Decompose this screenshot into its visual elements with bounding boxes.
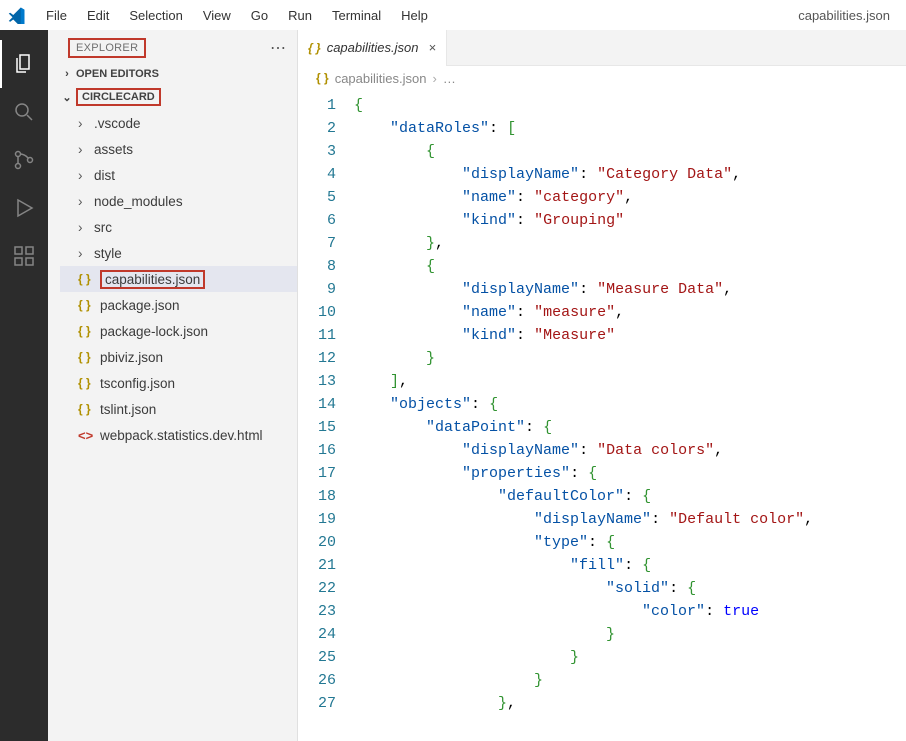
folder-label: style — [94, 246, 122, 261]
file-label: tslint.json — [100, 402, 156, 417]
editor: { } capabilities.json × { } capabilities… — [298, 30, 906, 741]
open-editors-label: OPEN EDITORS — [76, 68, 159, 80]
menu-terminal[interactable]: Terminal — [322, 4, 391, 27]
folder-item[interactable]: ›.vscode — [60, 110, 297, 136]
folder-item[interactable]: ›node_modules — [60, 188, 297, 214]
folder-label: node_modules — [94, 194, 183, 209]
menu-edit[interactable]: Edit — [77, 4, 119, 27]
json-file-icon: { } — [78, 272, 96, 286]
close-icon[interactable]: × — [428, 40, 436, 55]
folder-item[interactable]: ›dist — [60, 162, 297, 188]
folder-item[interactable]: ›style — [60, 240, 297, 266]
menu-go[interactable]: Go — [241, 4, 278, 27]
sidebar-header: EXPLORER ⋯ — [48, 30, 297, 64]
activity-explorer-icon[interactable] — [0, 40, 48, 88]
activity-extensions-icon[interactable] — [0, 232, 48, 280]
menubar: FileEditSelectionViewGoRunTerminalHelp c… — [0, 0, 906, 30]
vscode-logo-icon — [8, 6, 26, 24]
folder-label: src — [94, 220, 112, 235]
tab-bar: { } capabilities.json × — [298, 30, 906, 66]
tab-capabilities[interactable]: { } capabilities.json × — [298, 30, 447, 66]
menu-items-container: FileEditSelectionViewGoRunTerminalHelp — [36, 4, 438, 27]
breadcrumbs[interactable]: { } capabilities.json › … — [298, 66, 906, 90]
json-file-icon: { } — [78, 376, 96, 390]
folder-item[interactable]: ›src — [60, 214, 297, 240]
file-item[interactable]: { } tsconfig.json — [60, 370, 297, 396]
folder-tree: ›.vscode›assets›dist›node_modules›src›st… — [48, 110, 297, 266]
json-file-icon: { } — [78, 402, 96, 416]
title-filename: capabilities.json — [798, 8, 898, 23]
json-file-icon: { } — [78, 324, 96, 338]
chevron-right-icon: › — [78, 246, 92, 261]
line-gutter: 1234567891011121314151617181920212223242… — [298, 90, 350, 741]
file-item[interactable]: { } package-lock.json — [60, 318, 297, 344]
activity-search-icon[interactable] — [0, 88, 48, 136]
chevron-right-icon: › — [60, 68, 74, 80]
chevron-right-icon: › — [78, 168, 92, 183]
menu-selection[interactable]: Selection — [119, 4, 192, 27]
code-content[interactable]: { "dataRoles": [ { "displayName": "Categ… — [350, 90, 906, 741]
code-area[interactable]: 1234567891011121314151617181920212223242… — [298, 90, 906, 741]
chevron-down-icon: ⌄ — [60, 91, 74, 104]
file-label: pbiviz.json — [100, 350, 163, 365]
menu-file[interactable]: File — [36, 4, 77, 27]
sidebar-title: EXPLORER — [68, 38, 146, 58]
file-item[interactable]: { } capabilities.json — [60, 266, 297, 292]
breadcrumb-trail: … — [443, 71, 456, 86]
folder-item[interactable]: ›assets — [60, 136, 297, 162]
json-file-icon: { } — [316, 71, 329, 85]
file-label: tsconfig.json — [100, 376, 175, 391]
file-item[interactable]: <> webpack.statistics.dev.html — [60, 422, 297, 448]
file-item[interactable]: { } tslint.json — [60, 396, 297, 422]
folder-label: dist — [94, 168, 115, 183]
json-file-icon: { } — [78, 298, 96, 312]
activity-bar — [0, 30, 48, 741]
activity-source-control-icon[interactable] — [0, 136, 48, 184]
workspace-label: CIRCLECARD — [76, 88, 161, 106]
file-tree: { } capabilities.json { } package.json { } pa… — [48, 266, 297, 448]
menu-help[interactable]: Help — [391, 4, 438, 27]
folder-label: .vscode — [94, 116, 141, 131]
folder-label: assets — [94, 142, 133, 157]
menu-view[interactable]: View — [193, 4, 241, 27]
chevron-right-icon: › — [78, 194, 92, 209]
html-file-icon: <> — [78, 428, 96, 443]
menu-run[interactable]: Run — [278, 4, 322, 27]
chevron-right-icon: › — [78, 116, 92, 131]
sidebar-more-icon[interactable]: ⋯ — [270, 38, 287, 58]
file-label: webpack.statistics.dev.html — [100, 428, 263, 443]
open-editors-section[interactable]: › OPEN EDITORS — [48, 64, 297, 84]
json-file-icon: { } — [78, 350, 96, 364]
file-label: package.json — [100, 298, 180, 313]
json-file-icon: { } — [308, 41, 321, 55]
file-item[interactable]: { } pbiviz.json — [60, 344, 297, 370]
tab-label: capabilities.json — [327, 40, 419, 55]
chevron-right-icon: › — [78, 220, 92, 235]
file-label: capabilities.json — [100, 270, 205, 289]
chevron-right-icon: › — [78, 142, 92, 157]
chevron-right-icon: › — [432, 71, 436, 86]
workspace-section[interactable]: ⌄ CIRCLECARD — [48, 84, 297, 110]
breadcrumb-file: capabilities.json — [335, 71, 427, 86]
file-item[interactable]: { } package.json — [60, 292, 297, 318]
sidebar: EXPLORER ⋯ › OPEN EDITORS ⌄ CIRCLECARD ›… — [48, 30, 298, 741]
activity-run-debug-icon[interactable] — [0, 184, 48, 232]
file-label: package-lock.json — [100, 324, 208, 339]
